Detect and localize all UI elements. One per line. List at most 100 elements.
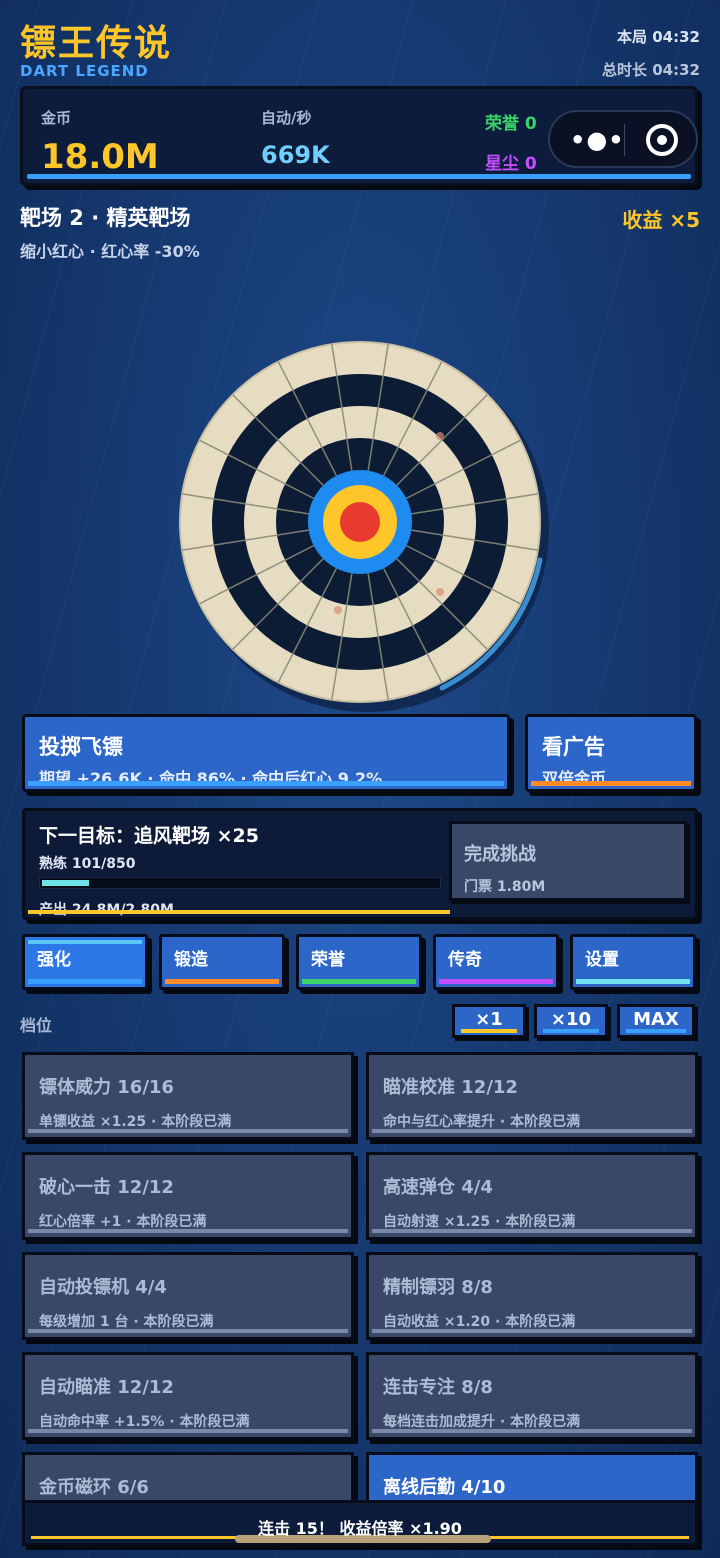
tier-underline xyxy=(461,1029,517,1033)
upgrade-title: 瞄准校准 12/12 xyxy=(383,1077,518,1098)
upgrade-desc: 每级增加 1 台 · 本阶段已满 xyxy=(39,1314,214,1330)
upgrade-title: 连击专注 8/8 xyxy=(383,1377,493,1398)
upgrade-card[interactable]: 瞄准校准 12/12 命中与红心率提升 · 本阶段已满 xyxy=(366,1052,698,1140)
tier-x10-button[interactable]: ×10 xyxy=(534,1004,608,1038)
tier-underline xyxy=(626,1029,686,1033)
coins-label: 金币 xyxy=(41,109,72,127)
upgrade-desc: 单镖收益 ×1.25 · 本阶段已满 xyxy=(39,1114,232,1130)
bullseye[interactable] xyxy=(340,502,380,542)
upgrade-card[interactable]: 破心一击 12/12 红心倍率 +1 · 本阶段已满 xyxy=(22,1152,354,1240)
upgrade-underline xyxy=(28,1429,348,1433)
coins-value: 18.0M xyxy=(41,137,159,177)
upgrade-card[interactable]: 精制镖羽 8/8 自动收益 ×1.20 · 本阶段已满 xyxy=(366,1252,698,1340)
tab-underline xyxy=(302,979,416,984)
upgrade-title: 自动投镖机 4/4 xyxy=(39,1277,167,1298)
tab-settings[interactable]: 设置 xyxy=(570,934,696,990)
complete-challenge-button[interactable]: 完成挑战 门票 1.80M xyxy=(449,821,687,901)
upgrade-desc: 每档连击加成提升 · 本阶段已满 xyxy=(383,1414,581,1430)
output-label: 产出 24.8M/2.80M xyxy=(39,899,174,917)
upgrade-card[interactable]: 连击专注 8/8 每档连击加成提升 · 本阶段已满 xyxy=(366,1352,698,1440)
upgrade-title: 自动瞄准 12/12 xyxy=(39,1377,174,1398)
dart-hit-mark xyxy=(334,606,342,614)
profit-multiplier: 收益 ×5 xyxy=(622,208,700,232)
watch-ad-button[interactable]: 看广告 双倍金币 xyxy=(525,714,697,792)
tab-underline xyxy=(439,979,553,984)
upgrade-underline xyxy=(372,1329,692,1333)
dart-hit-mark xyxy=(436,588,444,596)
tab-label: 传奇 xyxy=(448,950,482,970)
tier-x1-button[interactable]: ×1 xyxy=(452,1004,526,1038)
upgrade-title: 破心一击 12/12 xyxy=(39,1177,174,1198)
upgrade-card[interactable]: 高速弹仓 4/4 自动射速 ×1.25 · 本阶段已满 xyxy=(366,1152,698,1240)
upgrade-title: 高速弹仓 4/4 xyxy=(383,1177,493,1198)
next-target-panel: 下一目标：追风靶场 ×25 熟练 101/850 产出 24.8M/2.80M … xyxy=(22,808,698,920)
tab-legend[interactable]: 传奇 xyxy=(433,934,559,990)
game-subtitle: DART LEGEND xyxy=(20,62,149,80)
upgrade-desc: 自动收益 ×1.20 · 本阶段已满 xyxy=(383,1314,576,1330)
upgrade-title: 金币磁环 6/6 xyxy=(39,1477,149,1498)
tab-label: 荣誉 xyxy=(311,950,345,970)
stats-bar xyxy=(27,174,691,179)
tab-label: 强化 xyxy=(37,950,71,970)
upgrade-desc: 红心倍率 +1 · 本阶段已满 xyxy=(39,1214,207,1230)
stardust-counter: 星尘 0 xyxy=(485,154,537,174)
upgrade-title: 精制镖羽 8/8 xyxy=(383,1277,493,1298)
tab-forge[interactable]: 锻造 xyxy=(159,934,285,990)
upgrade-underline xyxy=(372,1229,692,1233)
combo-banner: 连击 15！ 收益倍率 ×1.90 xyxy=(22,1500,698,1546)
upgrade-underline xyxy=(372,1129,692,1133)
upgrade-underline xyxy=(28,1329,348,1333)
ad-underline xyxy=(531,781,691,786)
output-progress-line xyxy=(28,910,450,914)
mastery-progress-fill xyxy=(42,880,90,886)
dart-hit-mark xyxy=(436,432,444,440)
tab-upgrade[interactable]: 强化 xyxy=(22,934,148,990)
upgrade-desc: 自动射速 ×1.25 · 本阶段已满 xyxy=(383,1214,576,1230)
throw-underline xyxy=(28,781,504,786)
total-time: 总时长 04:32 xyxy=(602,61,700,79)
upgrade-desc: 自动命中率 +1.5% · 本阶段已满 xyxy=(39,1414,250,1430)
upgrade-underline xyxy=(28,1229,348,1233)
tier-max-button[interactable]: MAX xyxy=(617,1004,695,1038)
auto-value: 669K xyxy=(261,141,330,169)
capsule-divider xyxy=(624,124,625,156)
upgrade-underline xyxy=(28,1129,348,1133)
tab-underline xyxy=(28,979,142,984)
tier-option-label: ×1 xyxy=(475,1009,503,1030)
tab-label: 设置 xyxy=(585,950,619,970)
mastery-progress-bar xyxy=(39,877,441,889)
honor-counter: 荣誉 0 xyxy=(485,114,537,134)
tab-honor[interactable]: 荣誉 xyxy=(296,934,422,990)
mastery-label: 熟练 101/850 xyxy=(39,856,136,872)
throw-dart-button[interactable]: 投掷飞镖 期望 +26.6K · 命中 86% · 命中后红心 9.2% xyxy=(22,714,510,792)
next-target-title: 下一目标：追风靶场 ×25 xyxy=(39,825,259,847)
upgrade-desc: 命中与红心率提升 · 本阶段已满 xyxy=(383,1114,581,1130)
auto-label: 自动/秒 xyxy=(261,109,312,127)
more-icon[interactable]: •●• xyxy=(570,126,625,154)
tier-option-label: MAX xyxy=(633,1009,679,1030)
dartboard[interactable] xyxy=(160,320,560,720)
upgrade-card[interactable]: 自动投镖机 4/4 每级增加 1 台 · 本阶段已满 xyxy=(22,1252,354,1340)
range-title: 靶场 2 · 精英靶场 xyxy=(20,206,191,230)
tab-underline xyxy=(576,979,690,984)
upgrade-title: 镖体威力 16/16 xyxy=(39,1077,174,1098)
upgrade-card[interactable]: 自动瞄准 12/12 自动命中率 +1.5% · 本阶段已满 xyxy=(22,1352,354,1440)
combo-text: 连击 15！ 收益倍率 ×1.90 xyxy=(258,1519,462,1538)
game-title: 镖王传说 xyxy=(20,23,173,64)
throw-title: 投掷飞镖 xyxy=(39,735,123,759)
challenge-title: 完成挑战 xyxy=(464,844,536,865)
range-modifier: 缩小红心 · 红心率 -30% xyxy=(20,242,200,261)
ad-title: 看广告 xyxy=(542,735,605,759)
mini-program-capsule: •●• xyxy=(548,110,698,168)
tab-underline xyxy=(165,979,279,984)
upgrade-underline xyxy=(372,1429,692,1433)
close-target-icon[interactable] xyxy=(646,124,678,156)
tab-label: 锻造 xyxy=(174,950,208,970)
tier-label: 档位 xyxy=(20,1016,53,1035)
upgrade-card[interactable]: 镖体威力 16/16 单镖收益 ×1.25 · 本阶段已满 xyxy=(22,1052,354,1140)
challenge-ticket: 门票 1.80M xyxy=(464,879,546,895)
round-time: 本局 04:32 xyxy=(617,28,700,46)
tier-option-label: ×10 xyxy=(550,1009,592,1030)
upgrade-title: 离线后勤 4/10 xyxy=(383,1477,506,1498)
tier-underline xyxy=(543,1029,599,1033)
